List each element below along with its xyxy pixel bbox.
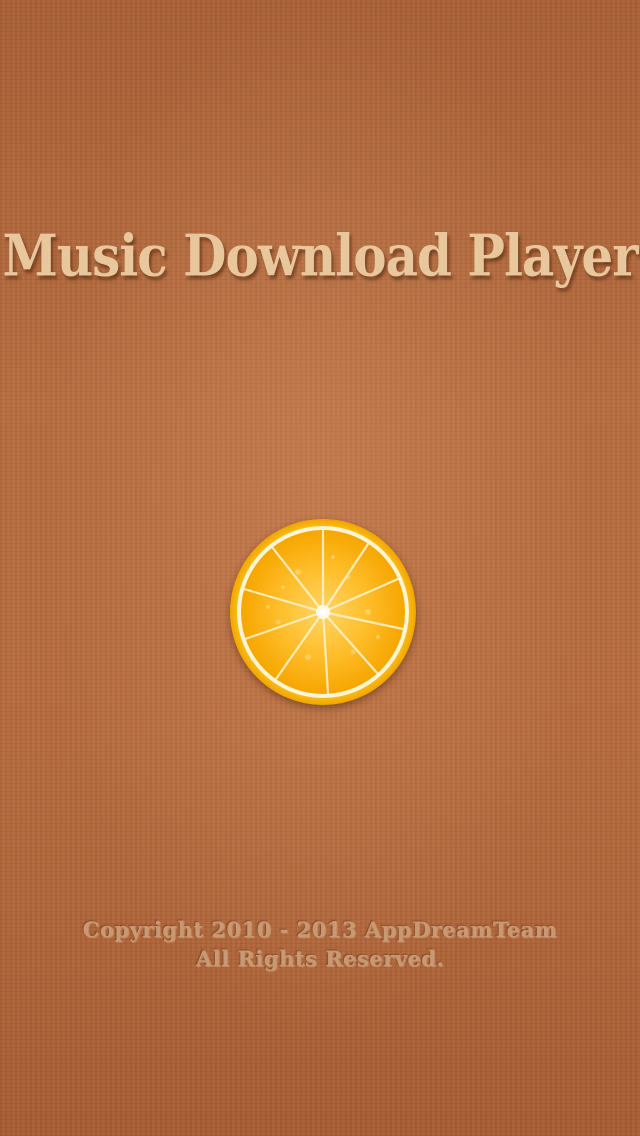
orange-slice-icon (228, 517, 418, 707)
splash-screen: Music Download Player Copyright 2010 - 2… (0, 0, 640, 1136)
copyright-block: Copyright 2010 - 2013 AppDreamTeam All R… (0, 915, 640, 973)
copyright-text: Copyright 2010 - 2013 AppDreamTeam (82, 917, 558, 942)
rights-reserved-text: All Rights Reserved. (195, 946, 445, 971)
app-title: Music Download Player (2, 221, 638, 290)
